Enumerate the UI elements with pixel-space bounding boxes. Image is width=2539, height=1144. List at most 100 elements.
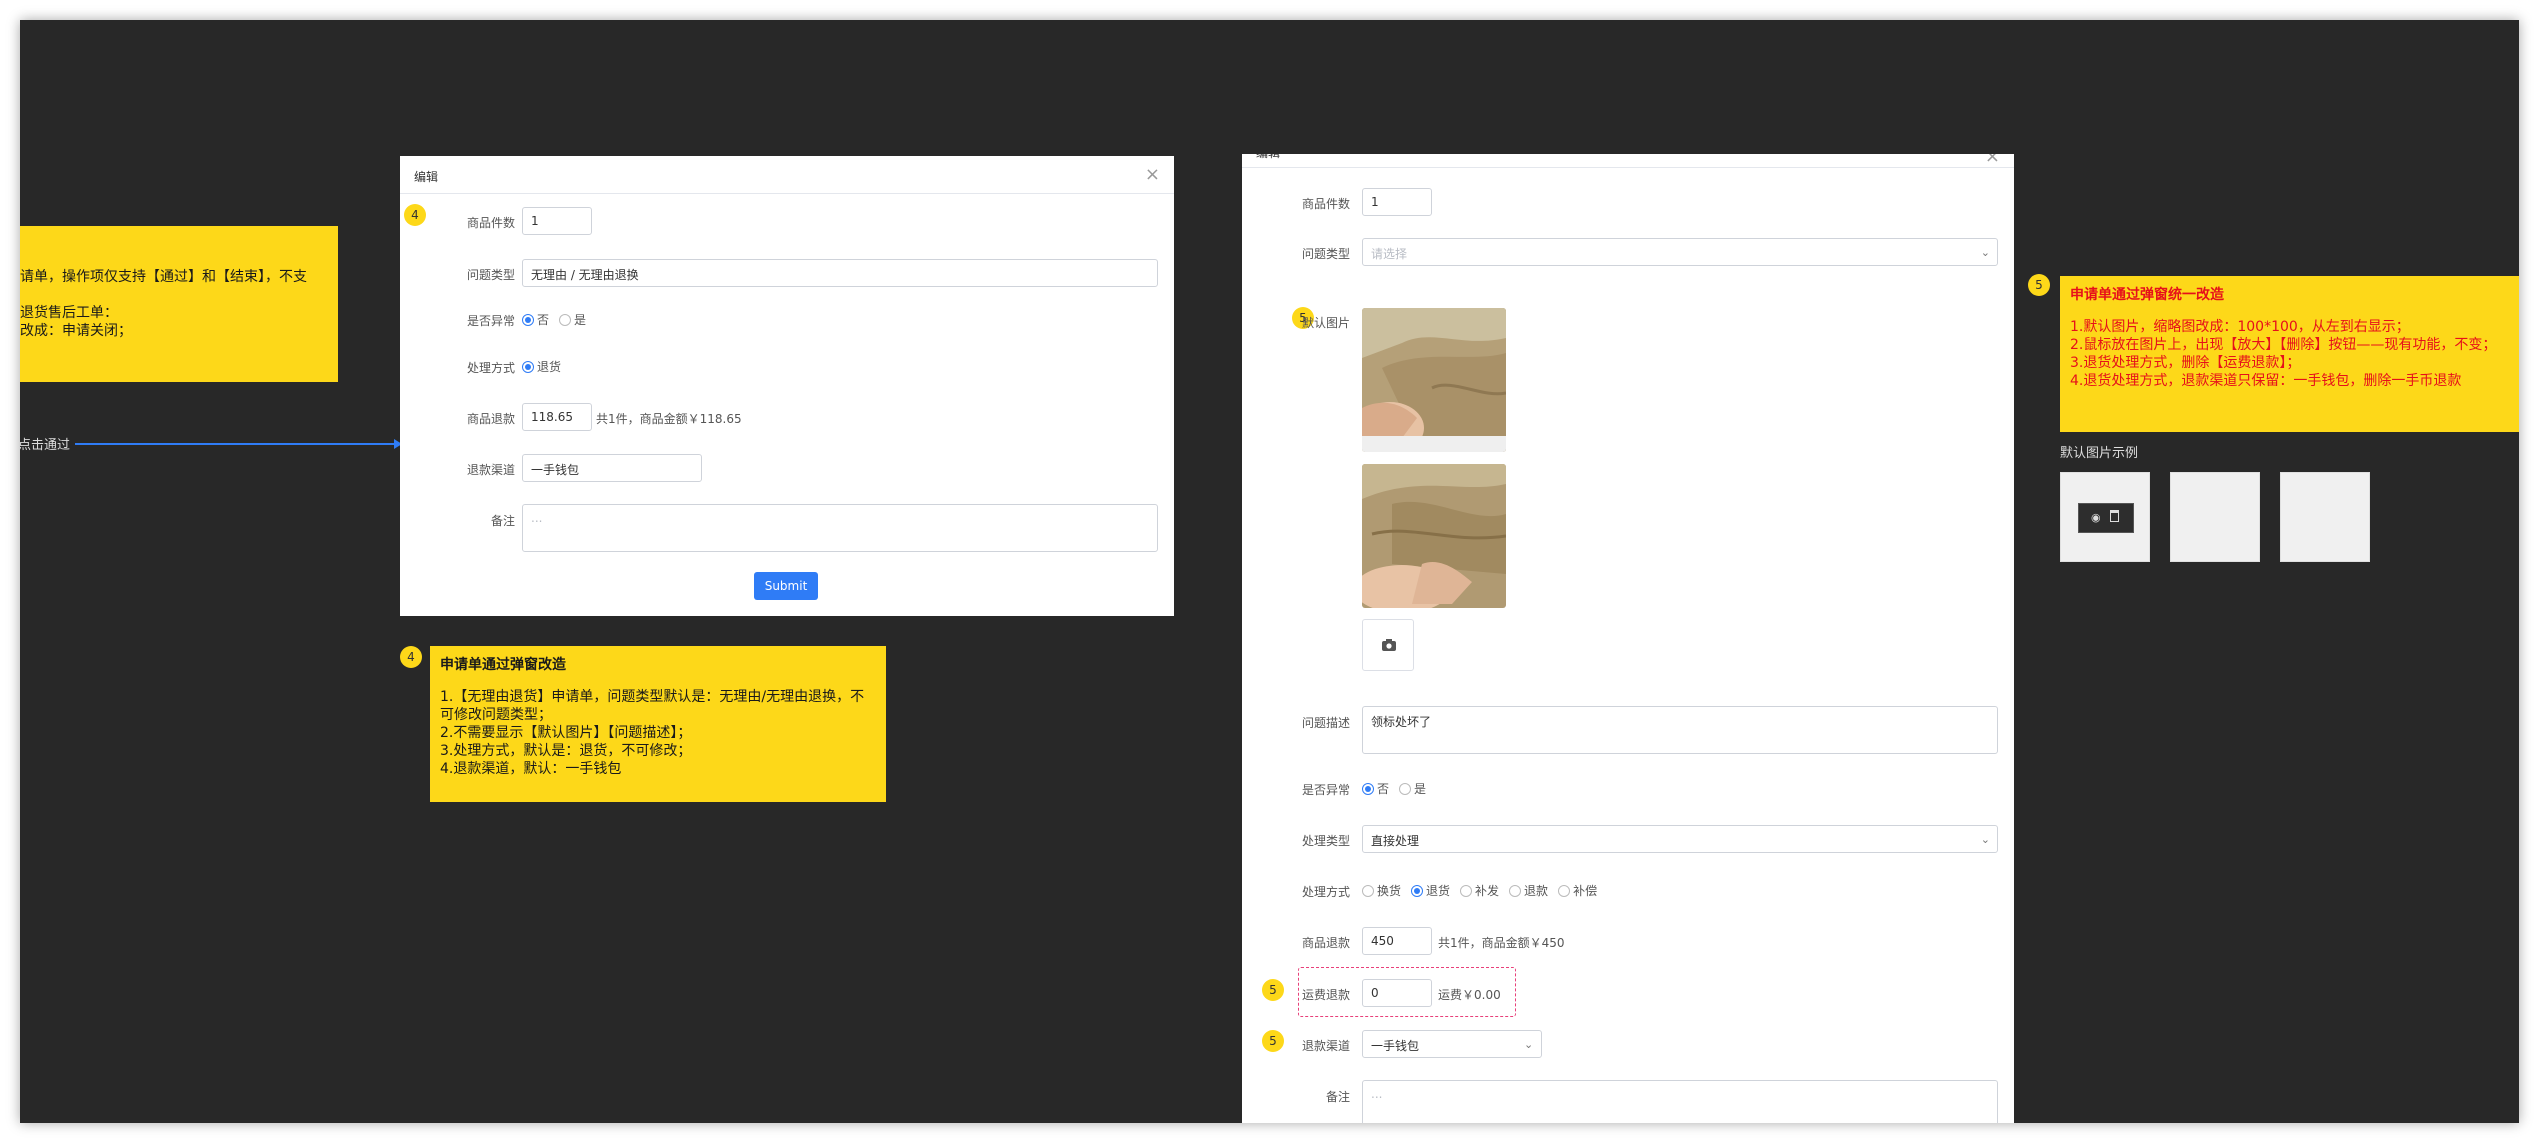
note-5-line: 4.退货处理方式，退款渠道只保留：一手钱包，删除一手币退款: [2070, 373, 2462, 389]
note-4-sticky: 申请单通过弹窗改造 1.【无理由退货】申请单，问题类型默认是：无理由/无理由退换…: [430, 646, 886, 802]
left-note-line: [20, 286, 338, 304]
dialog-no-reason-return: 编辑 × 4 商品件数 1 问题类型 无理由 / 无理由退换 是否异常 否 是 …: [400, 156, 1174, 616]
abnormal-no-text: 否: [537, 313, 550, 327]
abnormal-label: 是否异常: [1301, 783, 1350, 797]
method-option-compensate[interactable]: 补偿: [1558, 882, 1597, 899]
radio-checked-icon: [522, 313, 534, 326]
radio-checked-icon: [522, 360, 534, 373]
thumbnail-hover-overlay: ◉: [2078, 503, 2134, 533]
connector-label: 点击通过: [20, 438, 71, 453]
note-5-line: 3.退货处理方式，删除【运费退款】；: [2070, 355, 2301, 371]
design-canvas: 请单，操作项仅支持【通过】和【结束】，不支 退货售后工单： 改成：申请关闭； 点…: [20, 20, 2519, 1123]
abnormal-no-option[interactable]: 否: [522, 311, 549, 328]
note-5-line: 2.鼠标放在图片上，出现【放大】【删除】按钮——现有功能，不变；: [2070, 337, 2497, 353]
abnormal-no-text: 否: [1377, 782, 1390, 796]
refund-label: 商品退款: [1301, 936, 1350, 950]
abnormal-yes-option[interactable]: 是: [559, 311, 586, 328]
abnormal-label: 是否异常: [466, 314, 515, 328]
example-thumbnail[interactable]: [2280, 472, 2370, 562]
step-badge: 5: [1262, 979, 1284, 1001]
qty-label: 商品件数: [466, 216, 515, 230]
method-option-text: 换货: [1377, 884, 1402, 898]
remark-textarea[interactable]: ...: [1362, 1080, 1998, 1123]
method-label: 处理方式: [466, 361, 515, 375]
abnormal-yes-text: 是: [574, 313, 587, 327]
radio-checked-icon: [1411, 884, 1424, 897]
radio-icon: [1399, 782, 1412, 795]
dialog-title: 编辑: [414, 170, 439, 184]
channel-field[interactable]: 一手钱包: [522, 454, 702, 482]
problem-type-label: 问题类型: [466, 268, 515, 282]
problem-desc-label: 问题描述: [1301, 716, 1350, 730]
abnormal-yes-option[interactable]: 是: [1399, 780, 1426, 797]
problem-type-select[interactable]: 请选择: [1362, 238, 1998, 266]
note-4-line: 2.不需要显示【默认图片】【问题描述】；: [440, 725, 692, 741]
freight-label: 运费退款: [1301, 988, 1350, 1002]
remark-textarea[interactable]: ...: [522, 504, 1158, 552]
dialog-header: 编辑 ×: [1242, 154, 2014, 168]
channel-select[interactable]: 一手钱包: [1362, 1030, 1542, 1058]
fabric-photo-image: [1362, 308, 1506, 452]
method-return-option[interactable]: 退货: [522, 358, 561, 375]
product-photo-1[interactable]: [1362, 308, 1506, 452]
note-5-sticky: 申请单通过弹窗统一改造 1.默认图片，缩略图改成：100*100，从左到右显示；…: [2060, 276, 2519, 432]
product-photo-2[interactable]: [1362, 464, 1506, 608]
left-note-line: 退货售后工单：: [20, 305, 118, 321]
dialog-unified-approve: 编辑 × 商品件数 1 问题类型 请选择 ⌄ 5 默认图片: [1242, 154, 2014, 1123]
handle-type-select[interactable]: 直接处理: [1362, 825, 1998, 853]
method-option-text: 补发: [1475, 884, 1500, 898]
qty-input[interactable]: 1: [522, 207, 592, 235]
example-thumbnail[interactable]: [2170, 472, 2260, 562]
step-badge: 5: [2028, 274, 2050, 296]
abnormal-no-option[interactable]: 否: [1362, 780, 1389, 797]
refund-label: 商品退款: [466, 412, 515, 426]
note-5-line: 1.默认图片，缩略图改成：100*100，从左到右显示；: [2070, 319, 2410, 335]
close-icon[interactable]: ×: [1145, 166, 1160, 184]
qty-input[interactable]: 1: [1362, 188, 1432, 216]
problem-desc-textarea[interactable]: 领标处坏了: [1362, 706, 1998, 754]
upload-image-button[interactable]: [1362, 619, 1414, 671]
remark-label: 备注: [1325, 1090, 1350, 1104]
radio-icon: [1509, 884, 1522, 897]
method-radio-group: 换货 退货 补发 退款 补偿: [1362, 882, 1607, 899]
step-badge: 5: [1262, 1030, 1284, 1052]
refund-suffix: 共1件，商品金额￥450: [1438, 936, 1565, 950]
method-option-exchange[interactable]: 换货: [1362, 882, 1401, 899]
dialog-title: 编辑: [1256, 154, 1280, 160]
dialog-header: 编辑 ×: [400, 156, 1174, 194]
chevron-down-icon: ⌄: [1980, 246, 1990, 259]
step-badge: 4: [400, 646, 422, 668]
problem-type-field[interactable]: 无理由 / 无理由退换: [522, 259, 1158, 287]
handle-type-label: 处理类型: [1301, 834, 1350, 848]
note-4-line: 3.处理方式，默认是：退货，不可修改；: [440, 743, 692, 759]
refund-suffix: 共1件，商品金额￥118.65: [596, 412, 742, 426]
method-option-reship[interactable]: 补发: [1460, 882, 1499, 899]
method-return-text: 退货: [537, 360, 562, 374]
abnormal-radio-group: 否 是: [1362, 780, 1436, 797]
delete-trash-icon[interactable]: [2110, 510, 2119, 522]
fabric-photo-image: [1362, 464, 1506, 608]
freight-input[interactable]: 0: [1362, 979, 1432, 1007]
remark-label: 备注: [490, 514, 515, 528]
qty-label: 商品件数: [1301, 197, 1350, 211]
abnormal-radio-group: 否 是: [522, 311, 596, 328]
close-icon[interactable]: ×: [1985, 154, 2000, 166]
left-note-line: 请单，操作项仅支持【通过】和【结束】，不支: [20, 269, 307, 285]
method-option-return[interactable]: 退货: [1411, 882, 1450, 899]
channel-label: 退款渠道: [1301, 1039, 1350, 1053]
refund-input[interactable]: 118.65: [522, 403, 592, 431]
method-radio-group: 退货: [522, 358, 571, 375]
chevron-down-icon: ⌄: [1980, 833, 1990, 846]
left-sticky-note: 请单，操作项仅支持【通过】和【结束】，不支 退货售后工单： 改成：申请关闭；: [20, 226, 338, 382]
method-option-refund[interactable]: 退款: [1509, 882, 1548, 899]
channel-label: 退款渠道: [466, 463, 515, 477]
method-option-text: 退货: [1426, 884, 1451, 898]
example-thumbnail-hover[interactable]: ◉: [2060, 472, 2150, 562]
radio-icon: [559, 313, 572, 326]
zoom-eye-icon[interactable]: ◉: [2091, 511, 2101, 524]
example-label: 默认图片示例: [2060, 446, 2139, 461]
refund-input[interactable]: 450: [1362, 927, 1432, 955]
submit-button[interactable]: Submit: [754, 572, 818, 600]
radio-icon: [1460, 884, 1473, 897]
camera-icon: [1382, 639, 1396, 651]
